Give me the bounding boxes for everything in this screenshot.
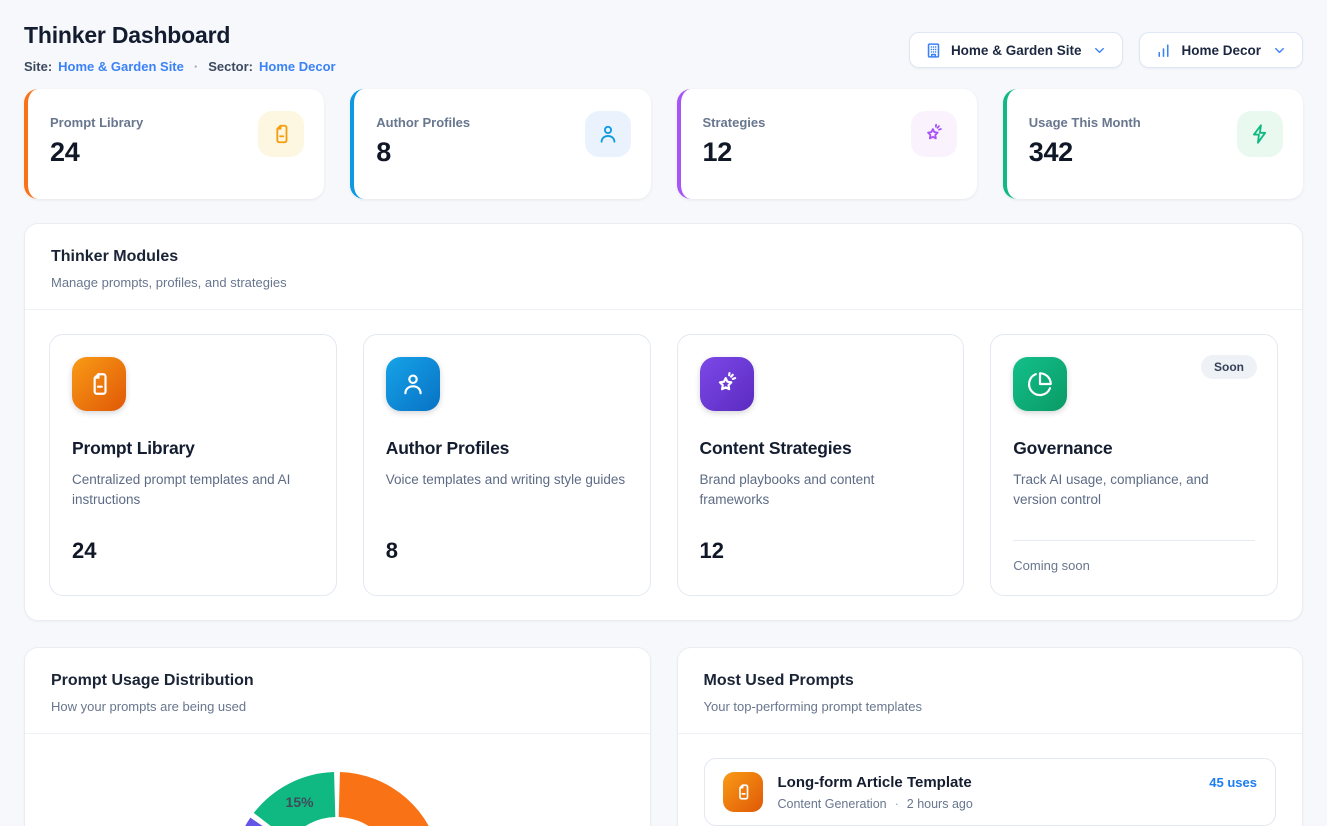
module-card[interactable]: Author Profiles Voice templates and writ… <box>363 334 651 596</box>
donut-segment-label: 15% <box>286 794 315 810</box>
lightning-icon-tile <box>1237 111 1283 157</box>
usage-card-title: Prompt Usage Distribution <box>51 672 624 690</box>
modules-title: Thinker Modules <box>51 248 1276 266</box>
pie-chart-icon-tile <box>1013 357 1067 411</box>
title-block: Thinker Dashboard Site: Home & Garden Si… <box>24 22 336 74</box>
stat-info: Usage This Month 342 <box>1029 111 1141 168</box>
stat-value: 24 <box>50 137 143 168</box>
stat-info: Prompt Library 24 <box>50 111 143 168</box>
sector-selector-label: Home Decor <box>1181 43 1261 58</box>
usage-card-subtitle: How your prompts are being used <box>51 699 624 714</box>
page-title: Thinker Dashboard <box>24 22 336 49</box>
document-icon-tile <box>72 357 126 411</box>
module-title: Author Profiles <box>386 438 628 459</box>
prompt-meta: Content Generation · 2 hours ago <box>778 797 973 811</box>
module-count: 12 <box>700 538 942 564</box>
chevron-down-icon <box>1272 43 1287 58</box>
module-description: Voice templates and writing style guides <box>386 470 628 528</box>
stat-label: Usage This Month <box>1029 115 1141 130</box>
module-footer: Coming soon <box>1013 528 1255 573</box>
bar-chart-icon <box>1155 42 1172 59</box>
stat-label: Author Profiles <box>376 115 470 130</box>
modules-section: Thinker Modules Manage prompts, profiles… <box>24 223 1303 621</box>
user-icon-tile <box>386 357 440 411</box>
site-link[interactable]: Home & Garden Site <box>58 59 184 74</box>
stat-card: Prompt Library 24 <box>24 89 324 199</box>
stat-card: Strategies 12 <box>677 89 977 199</box>
stat-card: Author Profiles 8 <box>350 89 650 199</box>
prompts-card-subtitle: Your top-performing prompt templates <box>704 699 1277 714</box>
soon-badge: Soon <box>1201 355 1257 379</box>
building-icon <box>925 42 942 59</box>
stat-value: 12 <box>703 137 766 168</box>
module-title: Prompt Library <box>72 438 314 459</box>
breadcrumb: Site: Home & Garden Site · Sector: Home … <box>24 59 336 74</box>
stat-label: Strategies <box>703 115 766 130</box>
breadcrumb-separator: · <box>194 59 198 74</box>
modules-subtitle: Manage prompts, profiles, and strategies <box>51 275 1276 290</box>
stats-row: Prompt Library 24 Author Profiles 8 Stra… <box>24 89 1303 199</box>
stat-info: Strategies 12 <box>703 111 766 168</box>
site-selector-label: Home & Garden Site <box>951 43 1082 58</box>
dashboard-page: Thinker Dashboard Site: Home & Garden Si… <box>0 0 1327 826</box>
sector-link[interactable]: Home Decor <box>259 59 336 74</box>
modules-grid: Prompt Library Centralized prompt templa… <box>25 310 1302 620</box>
meta-separator: · <box>895 797 899 811</box>
stat-info: Author Profiles 8 <box>376 111 470 168</box>
bottom-row: Prompt Usage Distribution How your promp… <box>24 647 1303 826</box>
modules-header: Thinker Modules Manage prompts, profiles… <box>25 224 1302 310</box>
stat-card: Usage This Month 342 <box>1003 89 1303 199</box>
donut-chart-svg: 45%25%15%15% <box>222 757 452 826</box>
module-title: Governance <box>1013 438 1255 459</box>
sparkle-star-icon-tile <box>911 111 957 157</box>
prompt-list-item[interactable]: Long-form Article Template Content Gener… <box>704 758 1277 826</box>
module-description: Track AI usage, compliance, and version … <box>1013 470 1255 528</box>
module-count: 24 <box>72 538 314 564</box>
module-divider <box>1013 540 1255 541</box>
module-description: Brand playbooks and content frameworks <box>700 470 942 528</box>
user-icon-tile <box>585 111 631 157</box>
most-used-prompts-card: Most Used Prompts Your top-performing pr… <box>677 647 1304 826</box>
stat-value: 342 <box>1029 137 1141 168</box>
usage-card-header: Prompt Usage Distribution How your promp… <box>25 648 650 734</box>
sector-selector-button[interactable]: Home Decor <box>1139 32 1303 68</box>
prompt-category: Content Generation <box>778 797 887 811</box>
module-count: 8 <box>386 538 628 564</box>
module-card[interactable]: Prompt Library Centralized prompt templa… <box>49 334 337 596</box>
prompts-card-header: Most Used Prompts Your top-performing pr… <box>678 648 1303 734</box>
document-icon <box>723 772 763 812</box>
stat-label: Prompt Library <box>50 115 143 130</box>
document-icon-tile <box>258 111 304 157</box>
sparkle-star-icon-tile <box>700 357 754 411</box>
usage-distribution-card: Prompt Usage Distribution How your promp… <box>24 647 651 826</box>
prompt-uses-badge: 45 uses <box>1209 775 1257 790</box>
stat-value: 8 <box>376 137 470 168</box>
top-bar: Thinker Dashboard Site: Home & Garden Si… <box>24 22 1303 74</box>
site-selector-button[interactable]: Home & Garden Site <box>909 32 1124 68</box>
module-card[interactable]: Content Strategies Brand playbooks and c… <box>677 334 965 596</box>
site-label: Site: <box>24 59 52 74</box>
module-card[interactable]: Soon Governance Track AI usage, complian… <box>990 334 1278 596</box>
donut-segment <box>339 772 442 826</box>
sector-label: Sector: <box>208 59 253 74</box>
selectors-group: Home & Garden Site Home Decor <box>909 32 1303 68</box>
prompt-item-body: Long-form Article Template Content Gener… <box>778 774 973 811</box>
module-title: Content Strategies <box>700 438 942 459</box>
prompt-list: Long-form Article Template Content Gener… <box>678 734 1303 826</box>
donut-chart: 45%25%15%15% <box>25 734 650 826</box>
prompt-time: 2 hours ago <box>907 797 973 811</box>
prompts-card-title: Most Used Prompts <box>704 672 1277 690</box>
module-footer-text: Coming soon <box>1013 558 1255 573</box>
module-description: Centralized prompt templates and AI inst… <box>72 470 314 528</box>
chevron-down-icon <box>1092 43 1107 58</box>
prompt-title: Long-form Article Template <box>778 774 973 791</box>
